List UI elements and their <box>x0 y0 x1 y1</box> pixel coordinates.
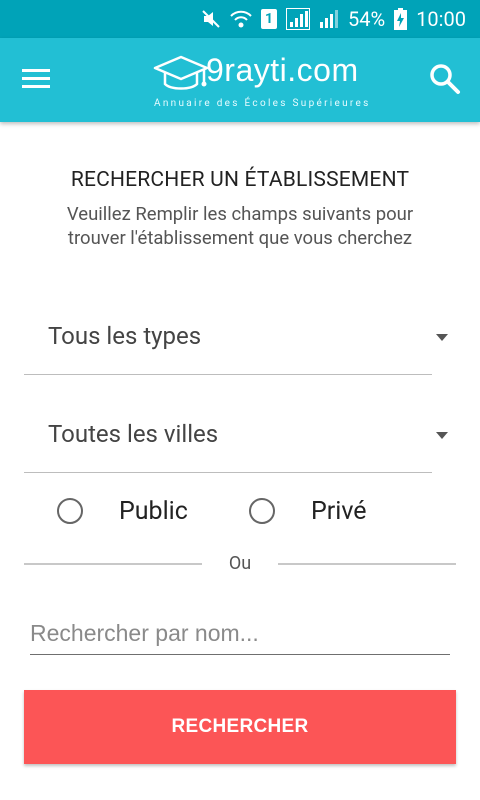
sim-icon: 1 <box>261 9 278 29</box>
mute-icon <box>202 10 220 28</box>
wifi-icon <box>230 10 252 28</box>
city-select-value: Toutes les villes <box>48 420 219 448</box>
battery-percent: 54% <box>348 7 386 31</box>
divider <box>278 563 456 565</box>
radio-public[interactable]: Public <box>57 494 188 528</box>
city-select[interactable]: Toutes les villes <box>24 410 448 473</box>
logo: 9rayti.com Annuaire des Écoles Supérieur… <box>148 46 368 116</box>
type-select-value: Tous les types <box>48 322 202 350</box>
graduation-cap-icon <box>153 55 209 90</box>
type-select[interactable]: Tous les types <box>24 312 448 375</box>
logo-text: 9rayti.com <box>206 52 359 88</box>
dropdown-arrow-icon <box>436 432 448 439</box>
radio-private-label: Privé <box>311 496 367 526</box>
search-submit-button[interactable]: RECHERCHER <box>24 690 456 764</box>
page-title: RECHERCHER UN ÉTABLISSEMENT <box>70 168 410 192</box>
page-subtitle: Veuillez Remplir les champs suivants pou… <box>66 203 414 249</box>
app-bar: 9rayti.com Annuaire des Écoles Supérieur… <box>0 38 480 122</box>
radio-button[interactable] <box>249 498 275 524</box>
dropdown-arrow-icon <box>436 334 448 341</box>
menu-icon <box>18 69 54 88</box>
battery-charging-icon <box>394 8 408 30</box>
signal-icon <box>286 8 311 30</box>
menu-button[interactable] <box>18 64 54 94</box>
name-search-input[interactable] <box>30 612 450 655</box>
logo-tagline: Annuaire des Écoles Supérieures <box>154 98 371 109</box>
search-icon <box>430 64 460 94</box>
signal-icon <box>320 10 339 28</box>
radio-private[interactable]: Privé <box>249 494 367 528</box>
radio-button[interactable] <box>57 498 83 524</box>
status-bar: 1 54% 10:00 <box>0 0 480 38</box>
clock: 10:00 <box>416 7 466 31</box>
search-button[interactable] <box>428 62 462 96</box>
radio-public-label: Public <box>119 496 188 526</box>
